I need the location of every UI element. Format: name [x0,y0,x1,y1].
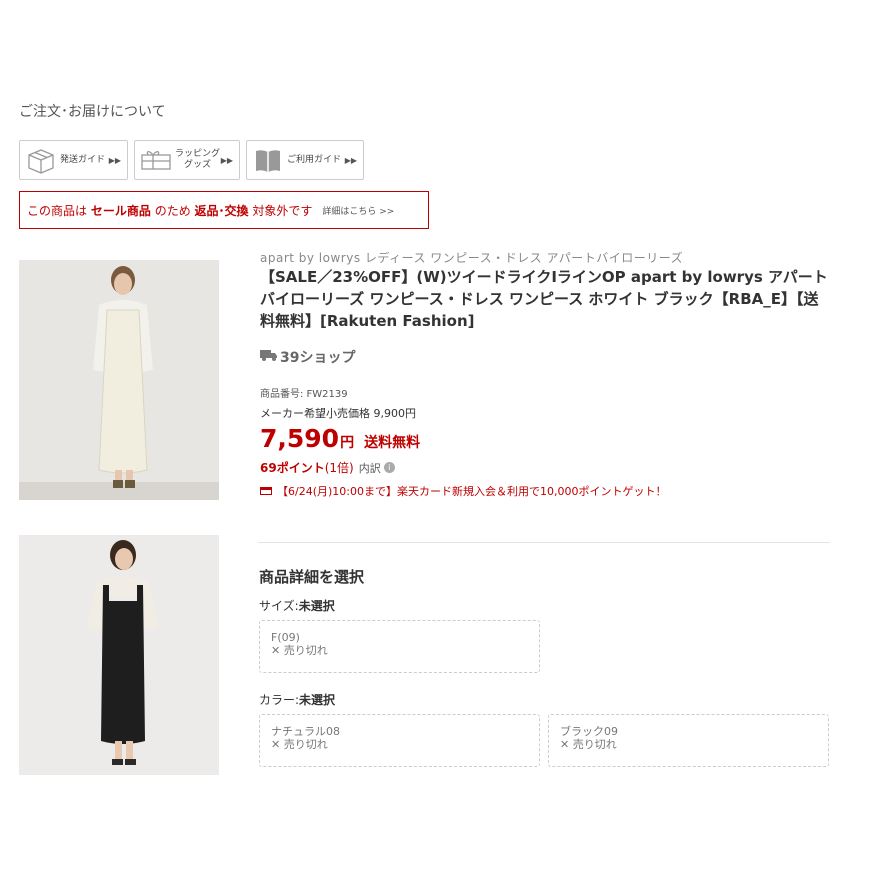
sale-no-return-notice: この商品は セール商品 のため 返品･交換 対象外です 詳細はこちら >> [19,191,429,229]
color-option-name: ナチュラル08 [271,725,340,738]
notice-detail-link[interactable]: 詳細はこちら >> [322,204,394,217]
section-divider [258,542,830,543]
color-option-stock: ✕ 売り切れ [560,738,617,751]
points-value: 69ポイント [260,461,325,475]
points-block: 69ポイント(1倍) 内訳 i [260,459,395,476]
double-arrow-icon: ▶▶ [344,155,357,165]
color-status: 未選択 [299,693,336,707]
msrp-price: メーカー希望小売価格 9,900円 [260,407,416,420]
points-rate: (1倍) [324,461,354,475]
color-option-black[interactable]: ブラック09 ✕ 売り切れ [548,714,829,767]
notice-return-exchange: 返品･交換 [194,203,249,218]
wrapping-goods-label: ラッピング グッズ [175,149,221,170]
size-option-f09[interactable]: F(09) ✕ 売り切れ [259,620,540,673]
truck-icon [260,349,278,365]
usage-guide-label: ご利用ガイド [287,154,342,165]
color-label: カラー:未選択 [259,691,335,708]
product-image-white[interactable] [19,260,219,500]
book-icon [251,145,285,175]
double-arrow-icon: ▶▶ [108,155,121,165]
size-label: サイズ:未選択 [259,597,335,614]
color-option-stock: ✕ 売り切れ [271,738,328,751]
color-label-text: カラー: [259,693,300,707]
gift-ribbon-icon [139,145,173,175]
box-icon [24,145,58,175]
usage-guide-button[interactable]: ご利用ガイド ▶▶ [246,140,364,180]
notice-sale-item: セール商品 [90,203,151,218]
notice-suffix: 対象外です [252,203,313,218]
campaign-text[interactable]: 【6/24(月)10:00まで】楽天カード新規入会＆利用で10,000ポイントゲ… [277,483,666,499]
size-status: 未選択 [298,599,335,613]
wrapping-goods-button[interactable]: ラッピング グッズ ▶▶ [134,140,240,180]
double-arrow-icon: ▶▶ [220,155,233,165]
shipping-39-badge: 39ショップ [260,347,355,367]
points-breakdown-link[interactable]: 内訳 [359,460,381,476]
price-block: 7,590 円 送料無料 [260,424,420,453]
size-option-name: F(09) [271,631,300,644]
shipping-guide-label: 発送ガイド [60,154,106,165]
price-unit: 円 [340,435,355,451]
product-image-black[interactable] [19,535,219,775]
notice-middle: のため [154,203,191,218]
info-icon[interactable]: i [383,462,395,473]
card-campaign-banner[interactable]: 【6/24(月)10:00まで】楽天カード新規入会＆利用で10,000ポイントゲ… [260,483,666,499]
credit-card-icon [260,487,272,495]
product-title: 【SALE／23%OFF】(W)ツイードライクIラインOP apart by l… [260,268,828,330]
size-option-stock: ✕ 売り切れ [271,644,328,657]
item-number: 商品番号: FW2139 [260,389,348,400]
color-option-natural[interactable]: ナチュラル08 ✕ 売り切れ [259,714,540,767]
free-shipping-label: 送料無料 [364,435,421,451]
shipping-guide-button[interactable]: 発送ガイド ▶▶ [19,140,128,180]
brand-category-line[interactable]: apart by lowrys レディース ワンピース・ドレス アパートバイロー… [260,249,683,266]
shipping-39-label: 39ショップ [280,350,356,366]
select-details-heading: 商品詳細を選択 [259,568,365,586]
notice-prefix: この商品は [27,203,88,218]
order-delivery-heading: ご注文･お届けについて [19,104,166,120]
color-option-name: ブラック09 [560,725,618,738]
sale-price: 7,590 [260,424,340,453]
size-label-text: サイズ: [259,599,299,613]
